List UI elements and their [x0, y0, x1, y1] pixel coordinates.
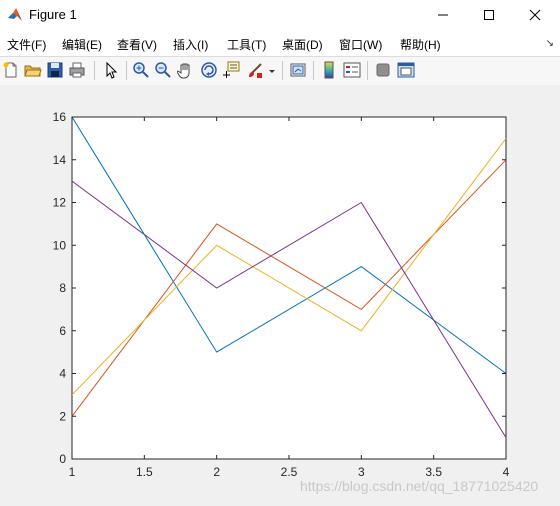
close-button[interactable]: [512, 0, 558, 30]
menu-view[interactable]: 查看(V): [117, 36, 157, 53]
show-plot-tools-icon[interactable]: [397, 61, 415, 79]
minimize-button[interactable]: [420, 0, 466, 30]
zoom-in-icon[interactable]: [132, 61, 150, 79]
x-tick-label: 3.5: [425, 465, 442, 479]
toolbar-separator: [367, 61, 368, 80]
open-file-icon[interactable]: [24, 61, 42, 79]
toolbar-separator: [126, 61, 127, 80]
y-tick-label: 12: [53, 196, 67, 210]
y-tick-label: 6: [59, 324, 66, 338]
matlab-logo-icon: [7, 7, 23, 23]
dock-figure-icon[interactable]: ↘: [546, 38, 554, 49]
y-tick-label: 16: [53, 110, 67, 124]
menu-desktop[interactable]: 桌面(D): [282, 36, 323, 53]
figure-toolbar: [0, 56, 560, 86]
maximize-icon: [484, 10, 494, 20]
new-figure-icon[interactable]: [2, 61, 20, 79]
toolbar-separator: [313, 61, 314, 80]
print-icon[interactable]: [68, 61, 86, 79]
pan-hand-icon[interactable]: [177, 61, 195, 79]
y-tick-label: 4: [59, 367, 66, 381]
x-tick-label: 1.5: [136, 465, 153, 479]
brush-icon[interactable]: [246, 61, 264, 79]
y-tick-label: 2: [59, 409, 66, 423]
menu-help[interactable]: 帮助(H): [400, 36, 441, 53]
toolbar-separator: [282, 61, 283, 80]
rotate-3d-icon[interactable]: [200, 61, 218, 79]
x-tick-label: 3: [358, 465, 365, 479]
maximize-button[interactable]: [466, 0, 512, 30]
colorbar-icon[interactable]: [320, 61, 338, 79]
x-tick-label: 4: [503, 465, 510, 479]
window-title-bar: Figure 1: [0, 0, 560, 30]
y-tick-label: 10: [53, 238, 67, 252]
menu-window[interactable]: 窗口(W): [339, 36, 382, 53]
y-tick-label: 0: [59, 452, 66, 466]
minimize-icon: [438, 14, 448, 16]
hide-plot-tools-icon[interactable]: [374, 61, 392, 79]
menu-bar: 文件(F) 编辑(E) 查看(V) 插入(I) 工具(T) 桌面(D) 窗口(W…: [0, 30, 560, 56]
watermark-text: https://blog.csdn.net/qq_18771025420: [300, 478, 539, 494]
window-title: Figure 1: [29, 7, 77, 22]
link-plot-icon[interactable]: [289, 61, 307, 79]
zoom-out-icon[interactable]: [154, 61, 172, 79]
line-chart[interactable]: 1 1.5 2 2.5 3 3.5 4 0 2 4 6 8 10 12 14 16: [0, 85, 560, 506]
x-tick-label: 2: [213, 465, 220, 479]
legend-icon[interactable]: [343, 61, 361, 79]
toolbar-separator: [94, 61, 95, 80]
menu-insert[interactable]: 插入(I): [173, 36, 208, 53]
menu-tools[interactable]: 工具(T): [227, 36, 266, 53]
brush-dropdown-icon[interactable]: [267, 61, 277, 79]
menu-edit[interactable]: 编辑(E): [62, 36, 102, 53]
y-tick-label: 8: [59, 281, 66, 295]
x-tick-label: 1: [69, 465, 76, 479]
data-cursor-icon[interactable]: [222, 61, 240, 79]
y-tick-label: 14: [53, 153, 67, 167]
save-icon[interactable]: [46, 61, 64, 79]
x-tick-label: 2.5: [281, 465, 298, 479]
menu-file[interactable]: 文件(F): [7, 36, 46, 53]
close-icon: [529, 9, 541, 21]
edit-plot-pointer-icon[interactable]: [102, 61, 120, 79]
